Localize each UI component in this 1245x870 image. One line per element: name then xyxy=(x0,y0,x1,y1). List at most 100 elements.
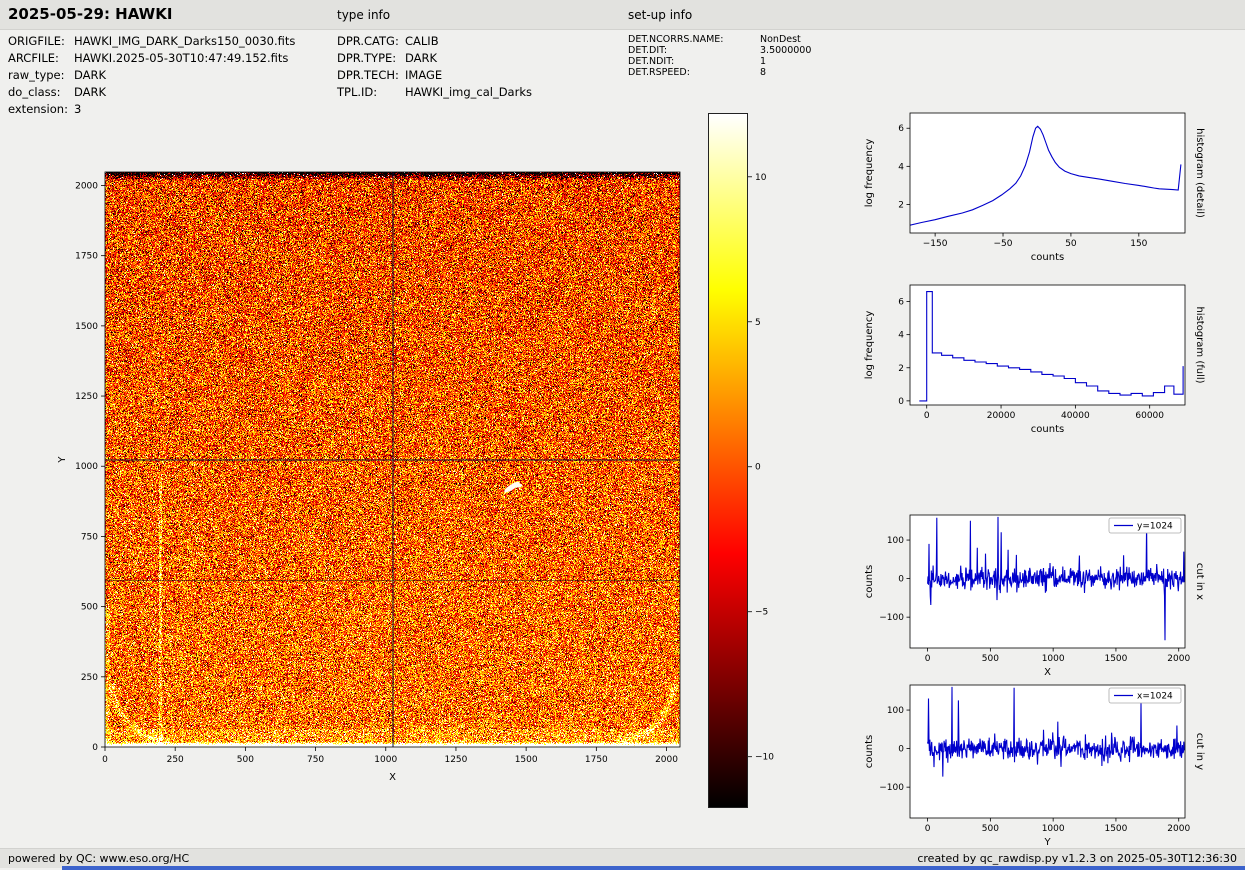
svg-text:0: 0 xyxy=(898,575,904,585)
meta-value-doclass: DARK xyxy=(74,85,107,99)
meta-label-doclass: do_class: xyxy=(8,85,61,99)
meta-label-dprtype: DPR.TYPE: xyxy=(337,51,397,65)
type-info-heading: type info xyxy=(337,8,391,22)
svg-text:−10: −10 xyxy=(755,753,774,763)
svg-text:counts: counts xyxy=(1031,424,1064,435)
svg-text:histogram (full): histogram (full) xyxy=(1194,306,1205,383)
svg-text:0: 0 xyxy=(92,743,98,753)
svg-text:2000: 2000 xyxy=(1167,824,1190,834)
svg-text:1750: 1750 xyxy=(585,755,608,765)
svg-text:2000: 2000 xyxy=(1167,654,1190,664)
svg-text:1250: 1250 xyxy=(444,755,467,765)
svg-text:6: 6 xyxy=(898,124,904,134)
svg-text:0: 0 xyxy=(898,397,904,407)
svg-text:x=1024: x=1024 xyxy=(1137,692,1173,702)
meta-value-rawtype: DARK xyxy=(74,68,107,82)
svg-text:20000: 20000 xyxy=(987,411,1016,421)
raw-image-axes: 0 250 500 750 1000 1250 1500 1750 2000 0 250 500 750… xyxy=(57,171,681,783)
meta-value-origfile: HAWKI_IMG_DARK_Darks150_0030.fits xyxy=(74,34,296,48)
svg-text:750: 750 xyxy=(81,532,98,542)
svg-text:1000: 1000 xyxy=(1042,654,1065,664)
meta-label-dit: DET.DIT: xyxy=(628,45,668,56)
svg-text:counts: counts xyxy=(864,565,875,598)
meta-label-dprcatg: DPR.CATG: xyxy=(337,34,399,48)
meta-label-rawtype: raw_type: xyxy=(8,68,65,82)
meta-label-arcfile: ARCFILE: xyxy=(8,51,59,65)
meta-label-ncorrs: DET.NCORRS.NAME: xyxy=(628,34,724,45)
meta-value-tplid: HAWKI_img_cal_Darks xyxy=(405,85,532,99)
svg-text:y=1024: y=1024 xyxy=(1137,522,1173,532)
meta-label-rspeed: DET.RSPEED: xyxy=(628,67,690,78)
svg-text:750: 750 xyxy=(307,755,324,765)
colorbar xyxy=(708,113,748,808)
svg-text:150: 150 xyxy=(1130,239,1147,249)
meta-value-rspeed: 8 xyxy=(760,67,767,78)
svg-text:log frequency: log frequency xyxy=(864,139,875,208)
meta-value-extension: 3 xyxy=(74,102,82,116)
svg-text:0: 0 xyxy=(102,755,108,765)
svg-text:2000: 2000 xyxy=(75,181,98,191)
page-title: 2025-05-29: HAWKI xyxy=(8,5,173,23)
svg-text:−150: −150 xyxy=(923,239,948,249)
svg-text:50: 50 xyxy=(1065,239,1077,249)
svg-text:−5: −5 xyxy=(755,608,768,618)
svg-text:−50: −50 xyxy=(994,239,1013,249)
svg-text:counts: counts xyxy=(1031,252,1064,263)
svg-text:6: 6 xyxy=(898,298,904,308)
histogram_detail-plot: −150 −50 50 150 2 4 6 counts log frequency histog… xyxy=(864,112,1205,263)
meta-value-dprtech: IMAGE xyxy=(405,68,443,82)
svg-text:cut in y: cut in y xyxy=(1194,733,1205,770)
meta-value-arcfile: HAWKI.2025-05-30T10:47:49.152.fits xyxy=(74,51,289,65)
meta-label-origfile: ORIGFILE: xyxy=(8,34,65,48)
meta-label-ndit: DET.NDIT: xyxy=(628,56,675,67)
svg-text:1500: 1500 xyxy=(1104,824,1127,834)
qc-report-page: 2025-05-29: HAWKI type info set-up info … xyxy=(0,0,1245,870)
svg-text:40000: 40000 xyxy=(1061,411,1090,421)
svg-text:Y: Y xyxy=(1043,837,1051,848)
svg-text:histogram (detail): histogram (detail) xyxy=(1194,128,1205,218)
svg-text:1750: 1750 xyxy=(75,252,98,262)
bottom-blue-strip xyxy=(62,866,1245,870)
svg-text:60000: 60000 xyxy=(1135,411,1164,421)
svg-text:1500: 1500 xyxy=(75,322,98,332)
svg-text:1250: 1250 xyxy=(75,392,98,402)
svg-text:100: 100 xyxy=(887,536,904,546)
svg-text:cut in x: cut in x xyxy=(1194,563,1205,600)
svg-text:2000: 2000 xyxy=(655,755,678,765)
header-bar: 2025-05-29: HAWKI type info set-up info xyxy=(0,0,1245,30)
svg-text:250: 250 xyxy=(81,673,98,683)
setup-info-heading: set-up info xyxy=(628,8,693,22)
svg-text:−100: −100 xyxy=(879,783,904,793)
footer-left-text: powered by QC: www.eso.org/HC xyxy=(8,852,190,865)
svg-text:0: 0 xyxy=(924,411,930,421)
meta-label-tplid: TPL.ID: xyxy=(337,85,378,99)
cut_y-plot: 0 500 1000 1500 2000 −100 0 100 Ycounts cut in y x… xyxy=(864,684,1205,848)
meta-value-dprcatg: CALIB xyxy=(405,34,439,48)
meta-label-extension: extension: xyxy=(8,102,68,116)
svg-text:1000: 1000 xyxy=(374,755,397,765)
svg-text:counts: counts xyxy=(864,735,875,768)
histogram_full-plot: 0 20000 40000 60000 0 2 4 6 counts log frequency h… xyxy=(864,284,1205,435)
meta-value-dprtype: DARK xyxy=(405,51,438,65)
svg-text:1500: 1500 xyxy=(515,755,538,765)
svg-text:2: 2 xyxy=(898,364,904,374)
svg-text:10: 10 xyxy=(755,173,767,183)
svg-text:500: 500 xyxy=(982,824,999,834)
svg-text:250: 250 xyxy=(167,755,184,765)
meta-value-ndit: 1 xyxy=(760,56,767,67)
cut_x-plot: 0 500 1000 1500 2000−1000100Xcounts cut in xy… xyxy=(864,514,1205,678)
svg-text:log frequency: log frequency xyxy=(864,311,875,380)
svg-text:500: 500 xyxy=(81,603,98,613)
meta-label-dprtech: DPR.TECH: xyxy=(337,68,399,82)
svg-text:500: 500 xyxy=(237,755,254,765)
svg-text:−100: −100 xyxy=(879,613,904,623)
svg-text:500: 500 xyxy=(982,654,999,664)
svg-text:0: 0 xyxy=(898,745,904,755)
colorbar-ticks: 10 5 0 −5 −10 xyxy=(748,173,774,763)
svg-text:4: 4 xyxy=(898,331,904,341)
svg-text:0: 0 xyxy=(755,463,761,473)
meta-value-dit: 3.5000000 xyxy=(760,45,812,56)
svg-text:1000: 1000 xyxy=(75,462,98,472)
svg-text:X: X xyxy=(389,772,396,783)
svg-text:5: 5 xyxy=(755,318,761,328)
